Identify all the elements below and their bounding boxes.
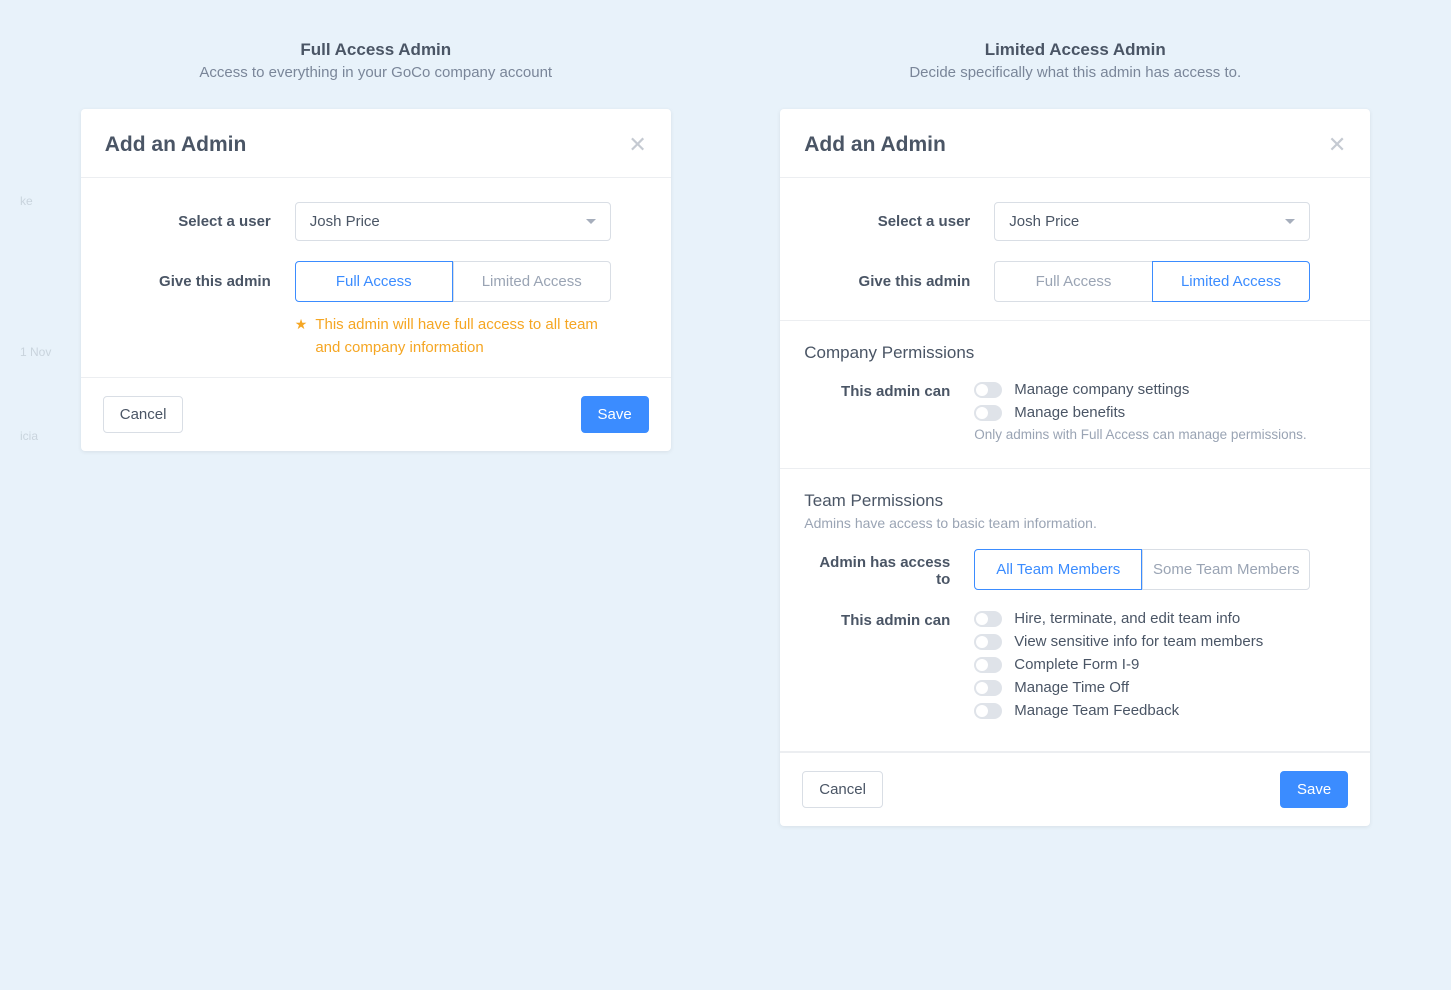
permission-label: Manage benefits <box>1014 404 1125 421</box>
modal-title: Add an Admin <box>804 133 946 157</box>
selected-user-value: Josh Price <box>310 213 380 230</box>
select-user-label: Select a user <box>804 213 994 230</box>
column-subtitle: Access to everything in your GoCo compan… <box>199 64 552 81</box>
cancel-button[interactable]: Cancel <box>103 396 184 433</box>
some-team-members-option[interactable]: Some Team Members <box>1142 549 1310 590</box>
column-title: Limited Access Admin <box>985 40 1166 60</box>
toggle-manage-company-settings[interactable] <box>974 382 1002 398</box>
this-admin-can-label: This admin can <box>804 381 974 400</box>
user-select[interactable]: Josh Price <box>295 202 611 241</box>
access-segmented-control: Full Access Limited Access <box>295 261 611 302</box>
give-access-label: Give this admin <box>105 273 295 290</box>
toggle-hire-terminate[interactable] <box>974 611 1002 627</box>
column-subtitle: Decide specifically what this admin has … <box>909 64 1241 81</box>
close-icon[interactable]: ✕ <box>628 134 646 156</box>
cancel-button[interactable]: Cancel <box>802 771 883 808</box>
this-admin-can-label: This admin can <box>804 610 974 629</box>
save-button[interactable]: Save <box>581 396 649 433</box>
toggle-team-feedback[interactable] <box>974 703 1002 719</box>
save-button[interactable]: Save <box>1280 771 1348 808</box>
selected-user-value: Josh Price <box>1009 213 1079 230</box>
column-title: Full Access Admin <box>300 40 451 60</box>
permission-item: Manage company settings <box>974 381 1310 398</box>
modal-title: Add an Admin <box>105 133 247 157</box>
permission-label: Manage Team Feedback <box>1014 702 1179 719</box>
permission-item: Complete Form I-9 <box>974 656 1310 673</box>
team-permissions-section: Team Permissions Admins have access to b… <box>780 469 1370 751</box>
limited-access-column: Limited Access Admin Decide specifically… <box>746 40 1406 826</box>
close-icon[interactable]: ✕ <box>1328 134 1346 156</box>
permission-label: Manage company settings <box>1014 381 1189 398</box>
permission-item: Manage benefits <box>974 404 1310 421</box>
star-icon: ★ <box>295 316 308 359</box>
section-title: Team Permissions <box>804 491 1310 511</box>
chevron-down-icon <box>1285 219 1295 224</box>
full-access-column: Full Access Admin Access to everything i… <box>46 40 706 826</box>
full-access-note: This admin will have full access to all … <box>315 314 610 359</box>
permission-item: Hire, terminate, and edit team info <box>974 610 1310 627</box>
permission-label: Complete Form I-9 <box>1014 656 1139 673</box>
permission-label: View sensitive info for team members <box>1014 633 1263 650</box>
give-access-label: Give this admin <box>804 273 994 290</box>
toggle-time-off[interactable] <box>974 680 1002 696</box>
toggle-view-sensitive[interactable] <box>974 634 1002 650</box>
user-select[interactable]: Josh Price <box>994 202 1310 241</box>
member-scope-segmented-control: All Team Members Some Team Members <box>974 549 1310 590</box>
permission-item: Manage Time Off <box>974 679 1310 696</box>
access-segmented-control: Full Access Limited Access <box>994 261 1310 302</box>
company-perm-help-text: Only admins with Full Access can manage … <box>974 427 1310 442</box>
chevron-down-icon <box>586 219 596 224</box>
all-team-members-option[interactable]: All Team Members <box>974 549 1142 590</box>
permission-item: Manage Team Feedback <box>974 702 1310 719</box>
permission-label: Manage Time Off <box>1014 679 1129 696</box>
permission-item: View sensitive info for team members <box>974 633 1310 650</box>
add-admin-modal-limited: Add an Admin ✕ Select a user Josh Price … <box>780 109 1370 826</box>
limited-access-option[interactable]: Limited Access <box>1152 261 1311 302</box>
full-access-option[interactable]: Full Access <box>295 261 453 302</box>
full-access-option[interactable]: Full Access <box>994 261 1153 302</box>
limited-access-option[interactable]: Limited Access <box>453 261 611 302</box>
admin-access-to-label: Admin has access to <box>804 552 974 588</box>
add-admin-modal-full: Add an Admin ✕ Select a user Josh Price … <box>81 109 671 451</box>
company-permissions-section: Company Permissions This admin can Manag… <box>780 321 1370 468</box>
permission-label: Hire, terminate, and edit team info <box>1014 610 1240 627</box>
section-subtitle: Admins have access to basic team informa… <box>804 515 1310 531</box>
toggle-manage-benefits[interactable] <box>974 405 1002 421</box>
section-title: Company Permissions <box>804 343 1310 363</box>
select-user-label: Select a user <box>105 213 295 230</box>
toggle-form-i9[interactable] <box>974 657 1002 673</box>
